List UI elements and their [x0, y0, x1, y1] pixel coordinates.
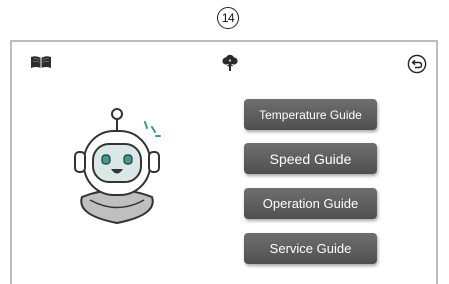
service-guide-button[interactable]: Service Guide — [244, 233, 377, 264]
speed-guide-button[interactable]: Speed Guide — [244, 143, 377, 174]
wifi-cloud-icon[interactable] — [221, 54, 239, 72]
page: 14 Temperature Guide Speed Guide Operati… — [0, 0, 449, 284]
step-number-badge: 14 — [217, 7, 239, 29]
temperature-guide-button[interactable]: Temperature Guide — [244, 99, 377, 130]
operation-guide-button[interactable]: Operation Guide — [244, 188, 377, 219]
robot-mascot-icon — [74, 108, 161, 225]
device-screen: Temperature Guide Speed Guide Operation … — [10, 40, 438, 284]
book-icon[interactable] — [30, 55, 52, 69]
back-icon[interactable] — [407, 54, 427, 74]
